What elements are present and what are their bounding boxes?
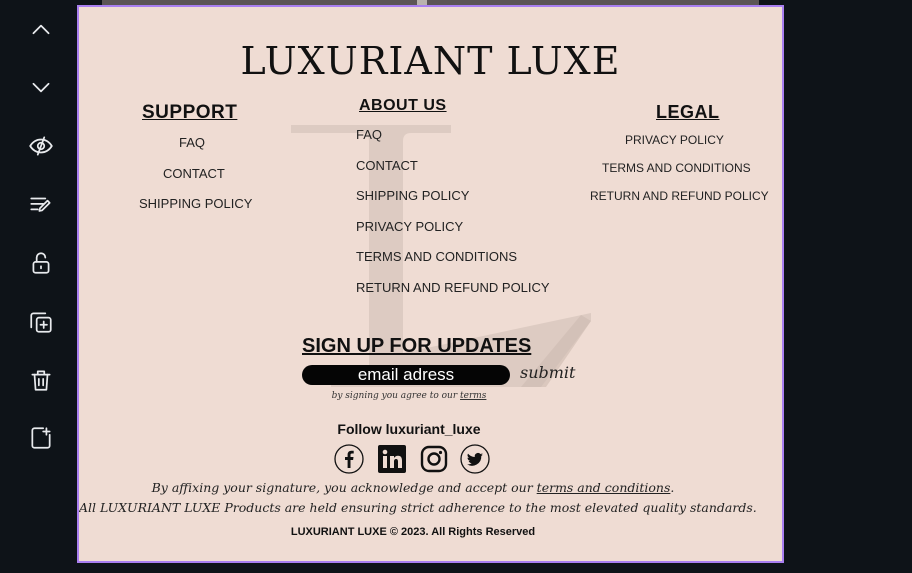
- instagram-link[interactable]: [419, 444, 449, 474]
- delete-button[interactable]: [22, 361, 60, 399]
- chevron-up-icon: [32, 24, 50, 35]
- editor-canvas-margin: [786, 0, 912, 573]
- signup-agreement: by signing you agree to our terms: [79, 391, 739, 401]
- notice-text: By affixing your signature, you acknowle…: [151, 480, 537, 495]
- unlock-icon: [32, 252, 50, 274]
- signature-notice: By affixing your signature, you acknowle…: [79, 480, 747, 495]
- about-link-faq[interactable]: FAQ: [356, 127, 382, 142]
- terms-and-conditions-link[interactable]: terms and conditions: [537, 480, 671, 495]
- lock-button[interactable]: [22, 244, 60, 282]
- support-link-shipping[interactable]: SHIPPING POLICY: [139, 196, 252, 211]
- instagram-icon: [420, 445, 448, 473]
- legal-heading: LEGAL: [656, 102, 720, 122]
- submit-button[interactable]: submit: [520, 363, 575, 382]
- duplicate-button[interactable]: [22, 303, 60, 341]
- brand-title: LUXURIANT LUXE: [240, 39, 621, 83]
- signup-heading: SIGN UP FOR UPDATES: [302, 335, 532, 357]
- about-link-refund[interactable]: RETURN AND REFUND POLICY: [356, 280, 550, 295]
- support-heading: SUPPORT: [142, 102, 238, 123]
- about-heading: ABOUT US: [359, 97, 447, 114]
- footer-page[interactable]: LUXURIANT LUXE SUPPORT FAQ CONTACT SHIPP…: [77, 5, 784, 563]
- copyright-text: LUXURIANT LUXE © 2023. All Rights Reserv…: [290, 526, 536, 538]
- notice-period: .: [670, 480, 675, 495]
- quality-notice: All LUXURIANT LUXE Products are held ens…: [79, 500, 757, 515]
- agreement-text: by signing you agree to our: [331, 391, 461, 401]
- email-input[interactable]: [302, 365, 510, 385]
- facebook-icon: [334, 444, 364, 474]
- move-up-button[interactable]: [22, 11, 60, 49]
- legal-link-refund[interactable]: RETURN AND REFUND POLICY: [590, 189, 769, 203]
- linkedin-icon: [378, 445, 406, 473]
- add-page-button[interactable]: [22, 419, 60, 457]
- linkedin-link[interactable]: [377, 444, 407, 474]
- add-page-icon: [31, 427, 51, 449]
- terms-link[interactable]: terms: [460, 391, 486, 401]
- support-link-faq[interactable]: FAQ: [179, 135, 205, 150]
- move-down-button[interactable]: [22, 68, 60, 106]
- about-link-terms[interactable]: TERMS AND CONDITIONS: [356, 249, 517, 264]
- about-link-privacy[interactable]: PRIVACY POLICY: [356, 219, 463, 234]
- eye-slash-icon: [29, 136, 53, 156]
- chevron-down-icon: [32, 82, 50, 93]
- twitter-icon: [460, 444, 490, 474]
- follow-label: Follow luxuriant_luxe: [337, 421, 481, 437]
- legal-link-privacy[interactable]: PRIVACY POLICY: [625, 133, 724, 147]
- about-link-shipping[interactable]: SHIPPING POLICY: [356, 188, 469, 203]
- editor-toolbar: [0, 0, 77, 573]
- hide-button[interactable]: [22, 127, 60, 165]
- edit-notes-button[interactable]: [22, 186, 60, 224]
- trash-icon: [31, 370, 51, 391]
- edit-lines-icon: [30, 197, 51, 212]
- duplicate-icon: [30, 312, 52, 333]
- twitter-link[interactable]: [460, 444, 490, 474]
- about-link-contact[interactable]: CONTACT: [356, 158, 418, 173]
- support-link-contact[interactable]: CONTACT: [163, 166, 225, 181]
- legal-link-terms[interactable]: TERMS AND CONDITIONS: [602, 161, 751, 175]
- facebook-link[interactable]: [334, 444, 364, 474]
